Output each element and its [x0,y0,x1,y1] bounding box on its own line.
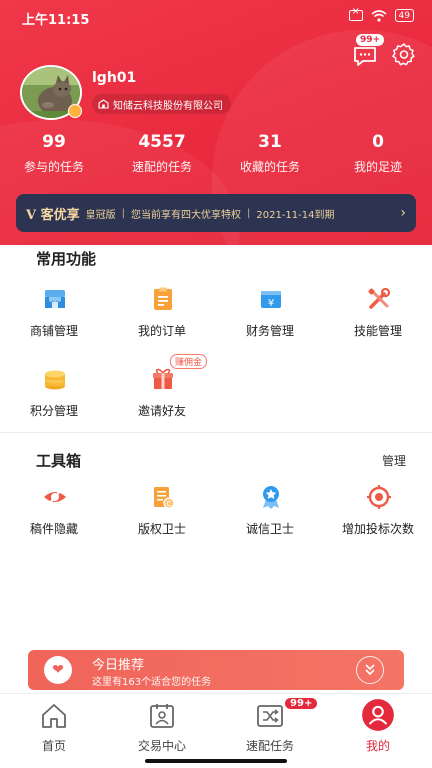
stat-label: 收藏的任务 [239,160,300,174]
shuffle-icon [257,705,283,727]
company-tag[interactable]: 知储云科技股份有限公司 [92,94,231,114]
common-functions-title: 常用功能 [36,250,97,268]
section-divider [0,432,432,433]
order-icon [154,287,172,310]
stat-favorites[interactable]: 31 收藏的任务 [216,132,324,175]
finance-icon: ¥ [261,291,281,309]
grid-item-label: 财务管理 [245,324,294,338]
grid-item-label: 商铺管理 [29,324,78,338]
vip-expire-date: 2021-11-14到期 [256,209,335,221]
vip-separator: | [247,207,251,219]
battery-indicator: 49 [394,9,414,22]
integrity-guard-item[interactable]: 诚信卫士 [216,484,324,564]
toolbox-manage-link[interactable]: 管理 [382,452,406,469]
stat-label: 速配的任务 [131,160,192,174]
invite-friends-item[interactable]: 赚佣金 邀请好友 [108,354,216,446]
points-management-item[interactable]: 积分管理 [0,366,108,446]
stat-value: 99 [42,132,66,152]
toolbox-grid: 稿件隐藏 C 版权卫士 诚信卫士 增加投标次数 [0,484,432,564]
earn-commission-badge: 赚佣金 [170,354,208,369]
battery-level: 49 [398,10,410,21]
home-icon [42,704,66,728]
common-functions-grid: 商铺管理 我的订单 ¥ 财务管理 技能管理 积分管理 赚佣金 邀请好友 [0,286,432,446]
quick-match-count-badge: 99+ [284,697,319,710]
today-recommendation-banner[interactable]: ❤ 今日推荐 这里有163个适合您的任务 [28,650,404,690]
trade-center-icon [150,704,174,728]
stat-label: 我的足迹 [353,160,402,174]
vip-description: 您当前享有四大优享特权 [131,209,241,221]
vip-banner[interactable]: V 客优享 皇冠版 | 您当前享有四大优享特权 | 2021-11-14到期 › [16,194,416,232]
eye-hidden-icon [44,488,66,506]
vip-logo: V 客优享 [26,207,80,223]
building-icon [98,99,109,109]
company-name: 知储云科技股份有限公司 [113,100,223,112]
grid-item-label: 版权卫士 [137,522,186,536]
tab-label: 首页 [41,739,66,753]
stat-value: 0 [372,132,384,152]
username: lgh01 [92,70,137,86]
coins-icon [45,370,65,390]
messages-button[interactable]: 99+ [352,34,385,66]
gift-icon [153,368,173,389]
tab-label: 速配任务 [245,739,294,753]
skill-tools-icon [368,287,391,309]
shop-management-item[interactable]: 商铺管理 [0,286,108,366]
stat-value: 31 [258,132,282,152]
verified-badge-icon [68,104,82,118]
wifi-icon [371,9,387,22]
tab-trade-center[interactable]: 交易中心 [108,694,216,768]
status-time: 上午11:15 [22,13,90,28]
tab-label: 交易中心 [137,739,186,753]
stat-value: 4557 [138,132,186,152]
increase-bids-item[interactable]: 增加投标次数 [324,484,432,564]
recommendation-title: 今日推荐 [92,658,145,673]
svg-text:C: C [167,500,172,508]
stat-footprints[interactable]: 0 我的足迹 [324,132,432,175]
tab-label: 我的 [365,739,390,753]
profile-stats: 99 参与的任务 4557 速配的任务 31 收藏的任务 0 我的足迹 [0,132,432,175]
skill-management-item[interactable]: 技能管理 [324,286,432,366]
grid-item-label: 诚信卫士 [245,522,294,536]
stat-label: 参与的任务 [23,160,84,174]
recommendation-subtitle: 这里有163个适合您的任务 [92,677,212,688]
settings-gear-icon[interactable] [392,42,416,66]
target-icon [367,485,391,509]
vip-separator: | [121,207,125,219]
heart-icon: ❤ [44,656,72,684]
grid-item-label: 技能管理 [353,324,402,338]
hide-manuscript-item[interactable]: 稿件隐藏 [0,484,108,564]
no-sim-icon [348,6,363,21]
copyright-icon: C [154,487,175,509]
message-count-badge: 99+ [356,34,385,46]
vip-tier: 皇冠版 [85,209,116,221]
finance-management-item[interactable]: ¥ 财务管理 [216,286,324,366]
grid-item-label: 我的订单 [137,324,186,338]
chevrons-glyph [365,664,375,676]
tab-home[interactable]: 首页 [0,694,108,768]
toolbox-title: 工具箱 [36,452,82,470]
tab-mine[interactable]: 我的 [324,694,432,768]
user-icon [362,699,394,731]
chevron-right-icon: › [400,205,406,221]
double-chevron-down-icon[interactable] [356,656,384,684]
stat-matched[interactable]: 4557 速配的任务 [108,132,216,175]
tab-quick-match[interactable]: 99+ 速配任务 [216,694,324,768]
grid-item-label: 稿件隐藏 [29,522,78,536]
stat-participated[interactable]: 99 参与的任务 [0,132,108,175]
grid-item-label: 积分管理 [29,404,78,418]
medal-icon [263,486,279,509]
bottom-tab-bar: 首页 交易中心 99+ 速配任务 我的 [0,693,432,768]
store-icon [45,290,65,308]
status-bar: 上午11:15 49 [0,0,432,32]
grid-item-label: 增加投标次数 [341,522,414,536]
home-indicator [145,759,287,763]
svg-text:¥: ¥ [268,298,274,309]
copyright-guard-item[interactable]: C 版权卫士 [108,484,216,564]
grid-item-label: 邀请好友 [137,404,186,418]
